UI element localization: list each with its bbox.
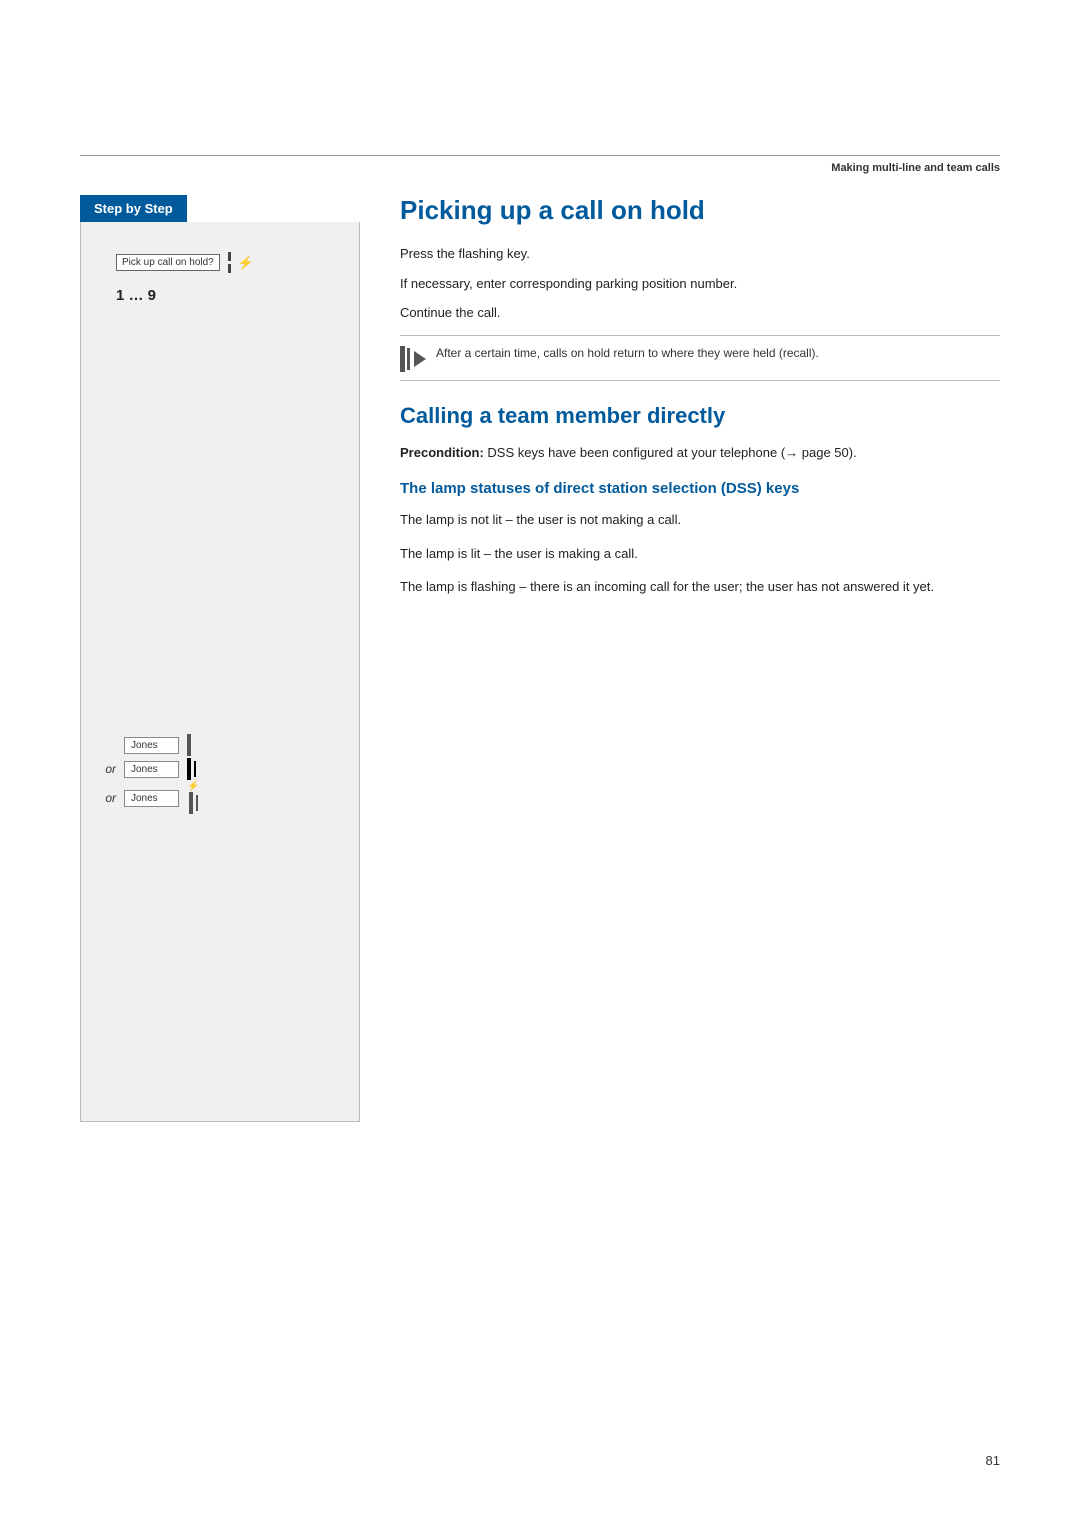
dss-row-1: Jones — [96, 734, 344, 756]
dss-lamp-2-on — [187, 758, 196, 780]
dss-lamp-1-off — [187, 734, 191, 756]
lamp-desc-1: The lamp is not lit – the user is not ma… — [400, 510, 1000, 530]
precondition-body: DSS keys have been configured at your te… — [487, 445, 856, 460]
subsection-title: The lamp statuses of direct station sele… — [400, 479, 1000, 499]
dss-key-3: Jones — [124, 790, 179, 807]
main-content: Step by Step Pick up call on hold? ⚡ 1 …… — [80, 195, 1000, 1122]
precondition-label: Precondition: — [400, 445, 484, 460]
dss-key-2: Jones — [124, 761, 179, 778]
header-label: Making multi-line and team calls — [80, 162, 1000, 174]
precondition-text: Precondition: DSS keys have been configu… — [400, 443, 1000, 463]
lamp-desc-2: The lamp is lit – the user is making a c… — [400, 544, 1000, 564]
sidebar: Step by Step Pick up call on hold? ⚡ 1 …… — [80, 195, 360, 1122]
page-number: 81 — [986, 1453, 1000, 1468]
section1-title: Picking up a call on hold — [400, 195, 1000, 226]
dss-row-3-prefix: or — [96, 791, 116, 805]
dss-key-1: Jones — [124, 737, 179, 754]
dss-row-2-prefix: or — [96, 762, 116, 776]
section1-step1: Press the flashing key. — [400, 244, 1000, 264]
pickup-label: Pick up call on hold? — [116, 254, 220, 271]
lamp-desc-2-text: The lamp is lit – the user is making a c… — [400, 544, 1000, 564]
flash-symbol: ⚡ — [238, 255, 254, 271]
step-by-step-title: Step by Step — [80, 195, 187, 222]
note-box: After a certain time, calls on hold retu… — [400, 335, 1000, 381]
dss-row-2: or Jones — [96, 758, 344, 780]
dss-lamp-3-flash: ⚡ — [187, 782, 199, 814]
dss-row-3: or Jones ⚡ — [96, 782, 344, 814]
right-content: Picking up a call on hold Press the flas… — [360, 195, 1000, 1122]
section1-step3: Continue the call. — [400, 303, 1000, 323]
number-range: 1 … 9 — [116, 287, 156, 304]
pickup-widget: Pick up call on hold? ⚡ — [116, 252, 254, 273]
note-text: After a certain time, calls on hold retu… — [436, 344, 819, 362]
number-range-text: 1 … 9 — [116, 287, 156, 304]
pickup-bars-icon — [228, 252, 231, 273]
section2-title: Calling a team member directly — [400, 403, 1000, 429]
note-bar-thin — [407, 348, 410, 370]
lamp-desc-3: The lamp is flashing – there is an incom… — [400, 577, 1000, 597]
dss-items: Jones or Jones or Jon — [96, 734, 344, 816]
header-section: Making multi-line and team calls — [80, 155, 1000, 174]
note-bar-thick — [400, 346, 405, 372]
note-arrow — [414, 351, 426, 367]
note-icon — [400, 346, 426, 372]
sidebar-body: Pick up call on hold? ⚡ 1 … 9 Jones — [80, 222, 360, 1122]
lamp-desc-1-text: The lamp is not lit – the user is not ma… — [400, 510, 1000, 530]
lamp-desc-3-text: The lamp is flashing – there is an incom… — [400, 577, 1000, 597]
section1-step2: If necessary, enter corresponding parkin… — [400, 274, 1000, 294]
header-rule — [80, 155, 1000, 156]
